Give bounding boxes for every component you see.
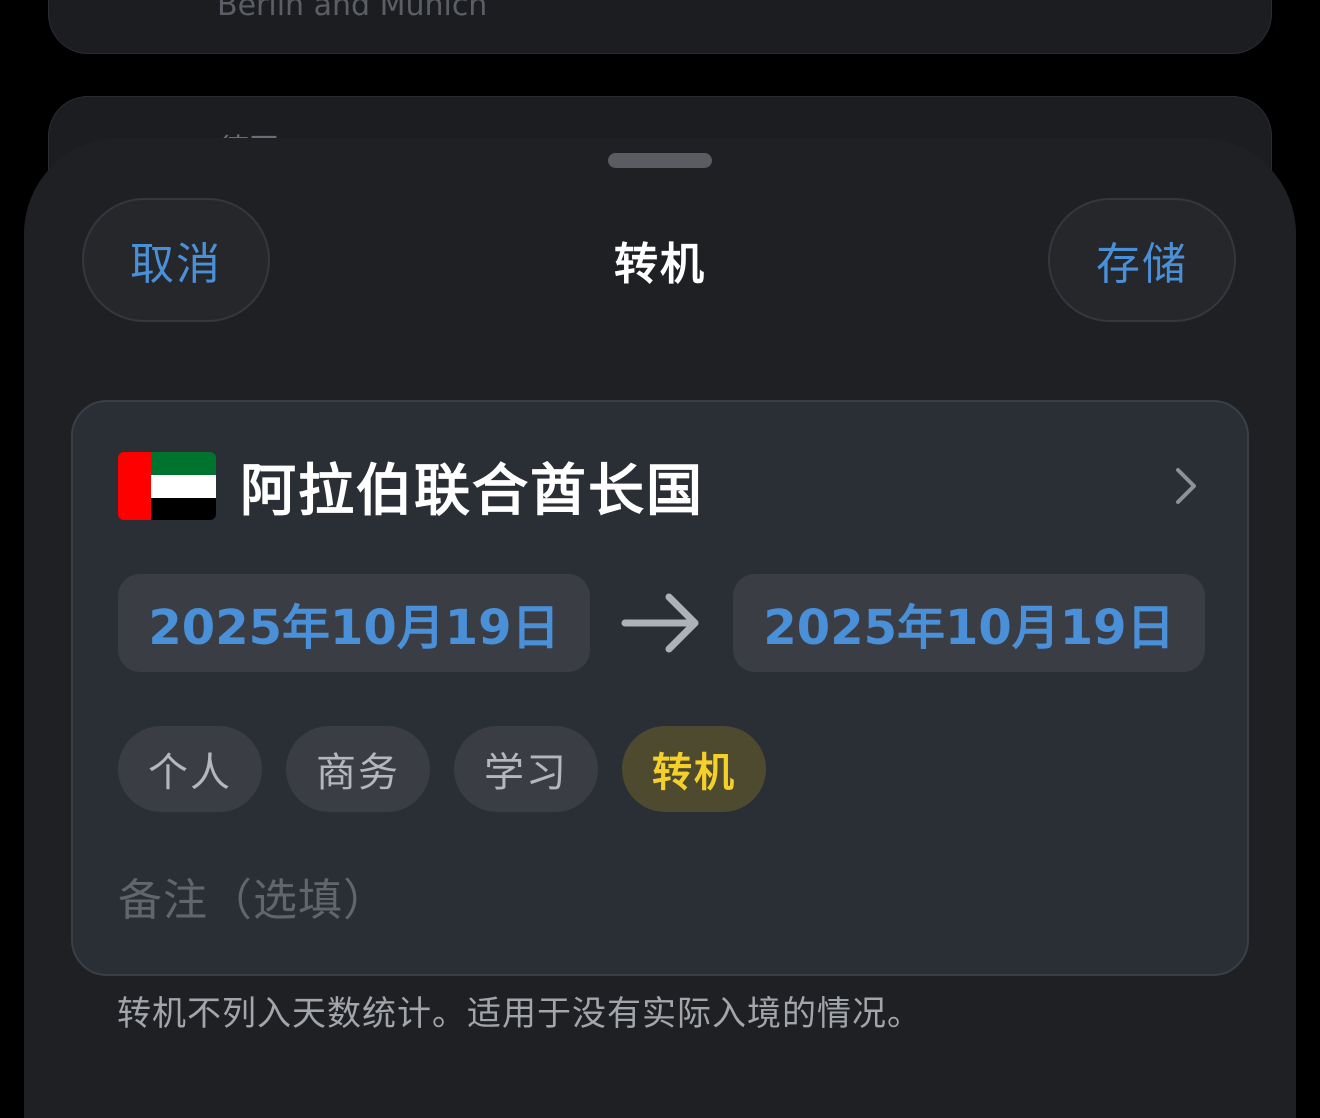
save-button[interactable]: 存储 bbox=[1048, 198, 1236, 322]
country-selector[interactable]: 阿拉伯联合酋长国 bbox=[118, 450, 1208, 524]
end-date-button[interactable]: 2025年10月19日 bbox=[733, 574, 1205, 672]
background-trip-subtitle: Berlin and Munich bbox=[217, 0, 488, 23]
start-date-button[interactable]: 2025年10月19日 bbox=[118, 574, 590, 672]
category-chip-transit[interactable]: 转机 bbox=[622, 726, 766, 812]
uae-flag-icon bbox=[118, 452, 216, 520]
sheet-grabber[interactable] bbox=[608, 153, 712, 168]
country-name: 阿拉伯联合酋长国 bbox=[240, 458, 704, 524]
trip-entry-card: 阿拉伯联合酋长国 2025年10月19日 2025年10月19日 个人 商务 学… bbox=[71, 400, 1249, 976]
category-chip-business[interactable]: 商务 bbox=[286, 726, 430, 812]
edit-trip-sheet: 取消 转机 存储 阿拉伯联合酋长国 2025年10月19日 2025年10月19… bbox=[24, 138, 1296, 1118]
arrow-right-icon bbox=[621, 593, 699, 653]
background-trip-card: Berlin and Munich bbox=[48, 0, 1272, 54]
category-chip-study[interactable]: 学习 bbox=[454, 726, 598, 812]
chevron-right-icon bbox=[1176, 468, 1196, 504]
notes-input[interactable]: 备注（选填） bbox=[118, 864, 388, 928]
trip-category-chips: 个人 商务 学习 转机 bbox=[118, 726, 766, 812]
transit-footnote: 转机不列入天数统计。适用于没有实际入境的情况。 bbox=[117, 994, 922, 1034]
category-chip-personal[interactable]: 个人 bbox=[118, 726, 262, 812]
